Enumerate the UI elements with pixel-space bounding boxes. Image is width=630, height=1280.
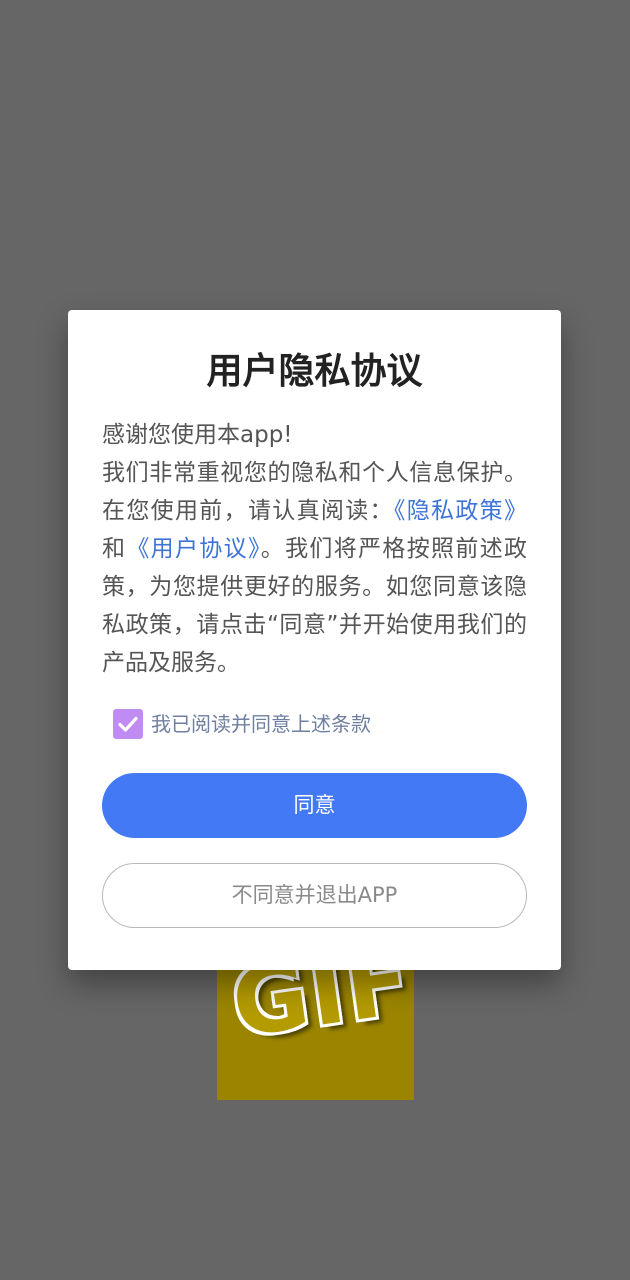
privacy-policy-link[interactable]: 《隐私政策》 xyxy=(394,498,527,524)
greeting-text: 感谢您使用本app! xyxy=(102,422,293,448)
agree-checkbox[interactable] xyxy=(113,709,143,739)
dialog-title: 用户隐私协议 xyxy=(206,351,423,392)
agree-terms-row[interactable]: 我已阅读并同意上述条款 xyxy=(113,708,371,740)
disagree-exit-button[interactable]: 不同意并退出APP xyxy=(102,863,527,928)
gif-thumbnail: GIF xyxy=(217,960,414,1100)
conjunction-text: 和 xyxy=(102,536,127,562)
dialog-body: 感谢您使用本app! 我们非常重视您的隐私和个人信息保护。在您使用前，请认真阅读… xyxy=(102,416,527,682)
gif-label: GIF xyxy=(225,960,414,1059)
agree-checkbox-label[interactable]: 我已阅读并同意上述条款 xyxy=(151,709,371,739)
agree-button[interactable]: 同意 xyxy=(102,773,527,838)
user-agreement-link[interactable]: 《用户协议》 xyxy=(126,536,260,562)
privacy-dialog: 用户隐私协议 感谢您使用本app! 我们非常重视您的隐私和个人信息保护。在您使用… xyxy=(68,310,561,970)
checkmark-icon xyxy=(118,716,138,732)
